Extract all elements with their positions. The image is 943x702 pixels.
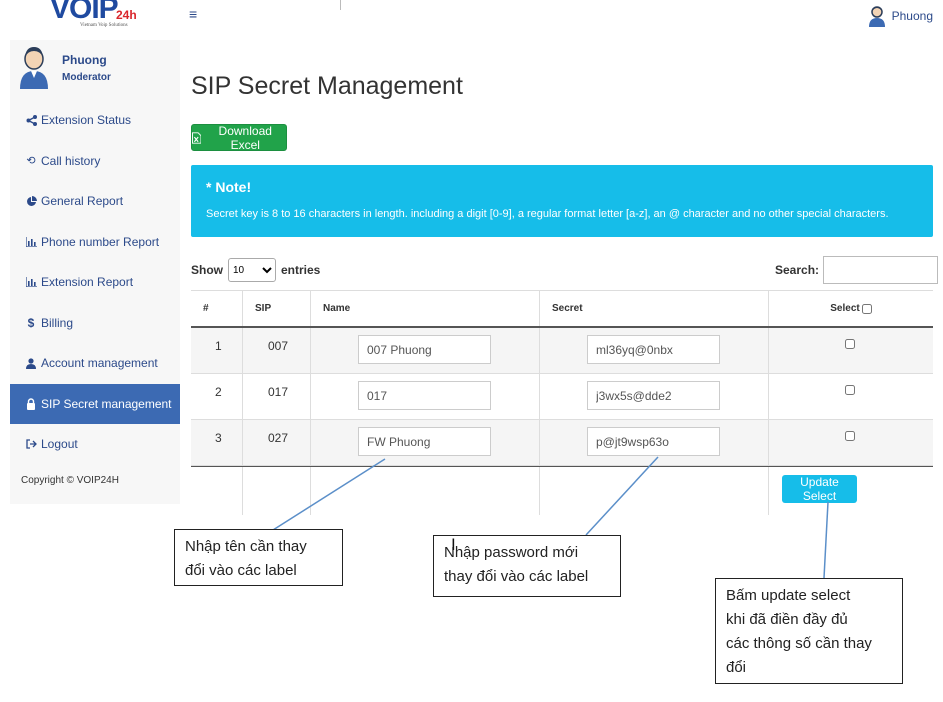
callout-line: Bấm update select <box>726 587 851 604</box>
callout-line: khi đã điền đầy đủ <box>726 611 848 628</box>
password-hint-line <box>585 456 659 536</box>
name-hint-line <box>272 458 386 531</box>
callout-line: đổi <box>726 659 747 676</box>
password-hint-callout: Nhập password mới thay đổi vào các label <box>433 535 621 597</box>
update-hint-callout: Bấm update select khi đã điền đầy đủ các… <box>715 578 903 684</box>
callout-line: đổi vào các label <box>185 562 297 579</box>
update-hint-line <box>823 501 829 579</box>
text-cursor-icon: I <box>451 535 456 554</box>
callout-line: thay đổi vào các label <box>444 568 589 585</box>
callout-line: Nhập tên cần thay <box>185 538 307 555</box>
name-hint-callout: Nhập tên cần thay đổi vào các label <box>174 529 343 586</box>
callout-line: Nhập password mới <box>444 544 579 561</box>
callout-line: các thông số cần thay <box>726 635 872 652</box>
